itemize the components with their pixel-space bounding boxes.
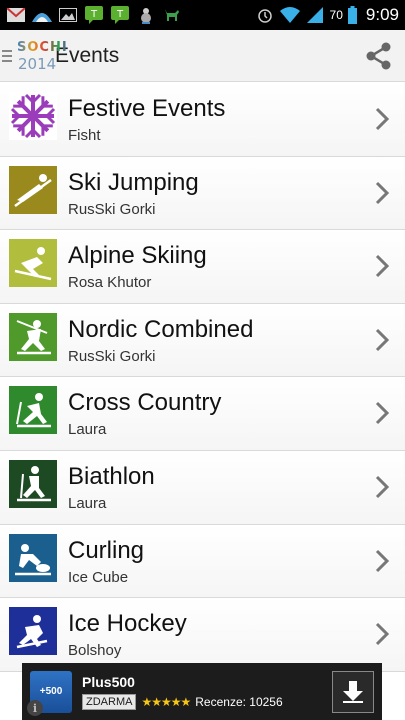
talk-icon: T bbox=[110, 6, 130, 24]
event-row[interactable]: Festive Events Fisht bbox=[0, 83, 405, 157]
event-name: Cross Country bbox=[68, 389, 222, 417]
event-text: Ice Hockey Bolshoy bbox=[68, 610, 187, 661]
status-clock: 9:09 bbox=[365, 5, 399, 24]
event-row[interactable]: Curling Ice Cube bbox=[0, 524, 405, 599]
logo-bottom-text: 2014 bbox=[18, 54, 57, 73]
event-text: Nordic Combined RusSki Gorki bbox=[68, 316, 253, 367]
alarm-icon bbox=[255, 6, 275, 24]
event-name: Festive Events bbox=[68, 95, 226, 122]
download-icon bbox=[343, 680, 363, 703]
svg-text:T: T bbox=[90, 9, 98, 20]
event-venue: Ice Cube bbox=[68, 568, 129, 586]
chevron-right-icon bbox=[375, 107, 389, 131]
ad-meta: ZDARMA ★★★★★ Recenze: 10256 bbox=[82, 693, 283, 710]
ad-download-button[interactable] bbox=[332, 670, 374, 713]
share-button[interactable] bbox=[353, 30, 405, 82]
event-row[interactable]: Cross Country Laura bbox=[0, 377, 405, 451]
event-text: Alpine Skiing Rosa Khutor bbox=[68, 242, 207, 293]
event-name: Curling bbox=[68, 536, 145, 564]
chevron-right-icon bbox=[375, 402, 389, 425]
wifi-icon bbox=[279, 6, 300, 24]
event-venue: Laura bbox=[68, 421, 107, 439]
chevron-right-icon bbox=[375, 623, 389, 646]
ad-info-icon[interactable]: i bbox=[27, 700, 43, 716]
event-text: Ski Jumping RusSki Gorki bbox=[68, 169, 199, 220]
event-venue: RusSki Gorki bbox=[68, 347, 156, 365]
chevron-right-icon bbox=[375, 255, 389, 278]
event-venue: Fisht bbox=[68, 127, 101, 144]
event-text: Curling Ice Cube bbox=[68, 537, 144, 588]
gallery-icon bbox=[58, 6, 78, 24]
event-name: Alpine Skiing bbox=[68, 242, 207, 270]
ski-jumping-icon bbox=[9, 165, 57, 214]
ad-rating-stars: ★★★★★ bbox=[141, 694, 191, 709]
event-name: Ice Hockey bbox=[68, 610, 187, 638]
curling-icon bbox=[9, 533, 57, 582]
nordic-combined-icon bbox=[9, 312, 57, 361]
hamburger-icon bbox=[2, 49, 12, 62]
ad-banner[interactable]: +500 Plus500 ZDARMA ★★★★★ Recenze: 10256 bbox=[22, 663, 382, 720]
ad-price-badge: ZDARMA bbox=[82, 693, 137, 710]
event-text: Cross Country Laura bbox=[68, 389, 221, 440]
weather-icon bbox=[32, 6, 52, 24]
event-venue: Bolshoy bbox=[68, 642, 122, 660]
event-text: Biathlon Laura bbox=[68, 463, 155, 514]
status-bar: T T 70 9:09 bbox=[0, 0, 405, 30]
svg-text:T: T bbox=[116, 9, 124, 20]
battery-icon bbox=[347, 6, 357, 24]
ad-margin bbox=[0, 690, 22, 720]
event-list: Festive Events Fisht Ski Jumping RusSki Gor… bbox=[0, 83, 405, 672]
event-text: Festive Events Fisht bbox=[68, 95, 225, 146]
event-row[interactable]: Alpine Skiing Rosa Khutor bbox=[0, 230, 405, 304]
event-row[interactable]: Ski Jumping RusSki Gorki bbox=[0, 156, 405, 231]
ad-title: Plus500 bbox=[82, 673, 135, 690]
event-row[interactable]: Biathlon Laura bbox=[0, 450, 405, 525]
event-venue: Laura bbox=[68, 494, 107, 512]
event-name: Nordic Combined bbox=[68, 315, 254, 343]
event-name: Biathlon bbox=[68, 462, 155, 490]
gmail-icon bbox=[6, 6, 26, 24]
chevron-right-icon bbox=[375, 475, 389, 499]
chevron-right-icon bbox=[375, 328, 389, 351]
action-bar: SOCHI 2014 Events bbox=[0, 30, 405, 82]
event-venue: RusSki Gorki bbox=[68, 200, 156, 218]
ice-hockey-icon bbox=[9, 607, 57, 656]
snowflake-icon bbox=[9, 92, 57, 140]
bug-icon bbox=[136, 6, 156, 24]
ad-review-count: Recenze: 10256 bbox=[195, 694, 283, 709]
logo-top-text: SOCHI bbox=[17, 39, 68, 55]
biathlon-icon bbox=[9, 459, 57, 508]
signal-icon bbox=[305, 6, 325, 24]
chevron-right-icon bbox=[375, 181, 389, 204]
drawer-toggle-button[interactable]: SOCHI 2014 bbox=[0, 30, 67, 81]
cross-country-icon bbox=[9, 386, 57, 435]
event-row[interactable]: Nordic Combined RusSki Gorki bbox=[0, 303, 405, 378]
app-logo: SOCHI 2014 bbox=[15, 38, 67, 74]
event-name: Ski Jumping bbox=[68, 168, 199, 196]
system-icons: 70 9:09 bbox=[255, 5, 399, 25]
share-icon bbox=[366, 42, 391, 69]
deer-icon bbox=[162, 6, 182, 24]
battery-level: 70 bbox=[329, 8, 343, 22]
alpine-skiing-icon bbox=[9, 239, 57, 288]
notification-icons: T T bbox=[6, 6, 182, 24]
event-row[interactable]: Ice Hockey Bolshoy bbox=[0, 598, 405, 672]
talk-icon: T bbox=[84, 6, 104, 24]
ad-info: Plus500 ZDARMA ★★★★★ Recenze: 10256 bbox=[82, 674, 283, 710]
event-venue: Rosa Khutor bbox=[68, 274, 152, 292]
chevron-right-icon bbox=[375, 549, 389, 572]
